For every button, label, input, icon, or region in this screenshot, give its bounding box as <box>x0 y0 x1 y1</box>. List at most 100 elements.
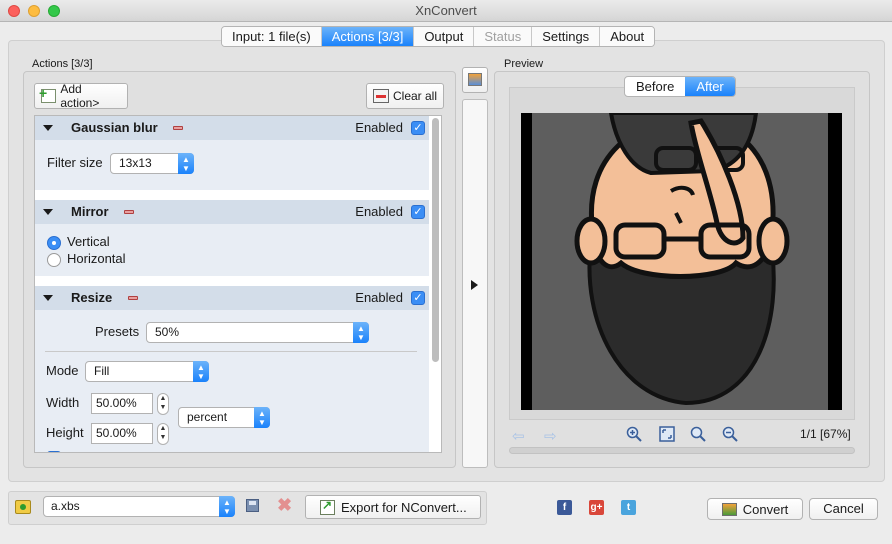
gaussian-blur-enabled-label: Enabled <box>355 120 403 135</box>
panel-splitter[interactable] <box>462 99 488 468</box>
divider <box>45 351 417 352</box>
tab-input[interactable]: Input: 1 file(s) <box>222 27 322 46</box>
cartoon-face-image <box>532 113 828 410</box>
actions-group-label: Actions [3/3] <box>32 58 93 70</box>
presets-select[interactable]: 50% ▲ ▼ <box>146 322 369 343</box>
vertical-label: Vertical <box>67 234 110 249</box>
mirror-enabled-checkbox[interactable]: ✓ <box>411 205 425 219</box>
presets-value: 50% <box>155 325 180 339</box>
convert-label: Convert <box>742 501 789 517</box>
add-action-button[interactable]: Add action> <box>34 82 128 110</box>
mode-select[interactable]: Fill ▲ ▼ <box>85 361 209 382</box>
preview-image <box>521 113 842 410</box>
height-label: Height <box>46 425 84 440</box>
collapse-triangle-icon[interactable] <box>43 125 53 131</box>
collapse-triangle-icon[interactable] <box>43 295 53 301</box>
save-icon[interactable] <box>246 499 259 512</box>
collapse-triangle-icon[interactable] <box>43 209 53 215</box>
cancel-button[interactable]: Cancel <box>809 498 878 520</box>
preview-scrollbar[interactable] <box>509 447 855 454</box>
export-icon <box>320 498 335 515</box>
twitter-icon[interactable]: t <box>621 500 636 515</box>
after-button[interactable]: After <box>685 77 735 96</box>
resize-title: Resize <box>71 290 113 305</box>
width-field[interactable]: 50.00% <box>91 393 153 414</box>
window-title: XnConvert <box>415 3 477 18</box>
keep-ratio-checkbox[interactable] <box>47 451 61 452</box>
vertical-radio[interactable] <box>47 236 61 250</box>
delete-icon[interactable]: ✖ <box>277 495 292 516</box>
actions-list[interactable]: Gaussian blur Enabled ✓ Filter size 13x1… <box>34 115 442 453</box>
convert-button[interactable]: Convert <box>707 498 803 520</box>
convert-icon <box>721 502 737 516</box>
facebook-icon[interactable]: f <box>557 500 572 515</box>
before-button[interactable]: Before <box>625 77 685 96</box>
chevron-updown-icon: ▲ ▼ <box>353 322 369 343</box>
zoom-in-icon[interactable] <box>626 426 642 442</box>
export-nconvert-button[interactable]: Export for NConvert... <box>305 495 481 519</box>
filter-size-value: 13x13 <box>119 156 152 170</box>
mode-label: Mode <box>46 363 79 378</box>
filter-size-label: Filter size <box>47 155 103 170</box>
tab-bar: Input: 1 file(s) Actions [3/3] Output St… <box>221 26 656 47</box>
next-arrow-icon[interactable]: ⇨ <box>544 427 557 445</box>
clear-all-icon <box>373 89 389 103</box>
preset-file-value: a.xbs <box>51 499 80 513</box>
mirror-body: Vertical Horizontal <box>35 224 429 276</box>
resize-body: Presets 50% ▲ ▼ Mode Fill ▲ ▼ Width 50.00%… <box>35 310 429 452</box>
gaussian-blur-enabled-checkbox[interactable]: ✓ <box>411 121 425 135</box>
unit-select[interactable]: percent ▲ ▼ <box>178 407 270 428</box>
zoom-out-icon[interactable] <box>722 426 738 442</box>
preview-group-label: Preview <box>504 58 544 70</box>
tab-settings[interactable]: Settings <box>532 27 601 46</box>
gaussian-blur-body: Filter size 13x13 ▲ ▼ <box>35 140 429 190</box>
add-action-icon <box>39 85 57 103</box>
open-folder-icon[interactable] <box>15 500 31 514</box>
preset-file-select[interactable]: a.xbs ▲ ▼ <box>43 496 235 517</box>
remove-action-icon[interactable] <box>128 296 138 300</box>
clear-all-button[interactable]: Clear all <box>366 83 444 109</box>
chevron-updown-icon: ▲ ▼ <box>193 361 209 382</box>
add-action-label: Add action> <box>60 82 100 110</box>
tab-actions[interactable]: Actions [3/3] <box>321 27 415 46</box>
mode-value: Fill <box>94 364 110 378</box>
tab-output[interactable]: Output <box>414 27 475 46</box>
mirror-enabled-label: Enabled <box>355 204 403 219</box>
unit-value: percent <box>187 410 228 424</box>
horizontal-label: Horizontal <box>67 251 126 266</box>
fit-to-window-icon[interactable] <box>659 426 675 442</box>
horizontal-radio[interactable] <box>47 253 61 267</box>
chevron-updown-icon: ▲ ▼ <box>178 153 194 174</box>
filter-size-select[interactable]: 13x13 ▲ ▼ <box>110 153 194 174</box>
play-arrow-icon[interactable] <box>471 280 478 290</box>
remove-action-icon[interactable] <box>124 210 134 214</box>
google-plus-icon[interactable]: g+ <box>589 500 604 515</box>
before-after-toggle: Before After <box>624 76 736 97</box>
tab-status[interactable]: Status <box>474 27 533 46</box>
height-field[interactable]: 50.00% <box>91 423 153 444</box>
height-stepper[interactable]: ▲ ▼ <box>157 423 169 445</box>
chevron-updown-icon: ▲ ▼ <box>219 496 235 517</box>
clear-all-label: Clear all <box>393 89 438 103</box>
actions-scrollbar[interactable] <box>432 118 439 362</box>
chevron-updown-icon: ▲ ▼ <box>254 407 270 428</box>
preview-toggle-button[interactable] <box>462 67 488 93</box>
export-nconvert-label: Export for NConvert... <box>341 499 467 515</box>
remove-action-icon[interactable] <box>173 126 183 130</box>
resize-enabled-checkbox[interactable]: ✓ <box>411 291 425 305</box>
tab-about[interactable]: About <box>600 27 655 46</box>
mirror-header[interactable]: Mirror Enabled ✓ <box>35 200 429 224</box>
presets-label: Presets <box>95 324 140 339</box>
gaussian-blur-header[interactable]: Gaussian blur Enabled ✓ <box>35 116 429 140</box>
width-stepper[interactable]: ▲ ▼ <box>157 393 169 415</box>
resize-enabled-label: Enabled <box>355 290 403 305</box>
resize-header[interactable]: Resize Enabled ✓ <box>35 286 429 310</box>
picture-icon <box>468 73 482 86</box>
previous-arrow-icon[interactable]: ⇦ <box>512 427 525 445</box>
gaussian-blur-title: Gaussian blur <box>71 120 158 135</box>
mirror-title: Mirror <box>71 204 109 219</box>
page-zoom-counter: 1/1 [67%] <box>800 427 851 441</box>
zoom-actual-icon[interactable] <box>690 426 706 442</box>
width-label: Width <box>46 395 80 410</box>
title-bar: XnConvert <box>0 0 892 22</box>
